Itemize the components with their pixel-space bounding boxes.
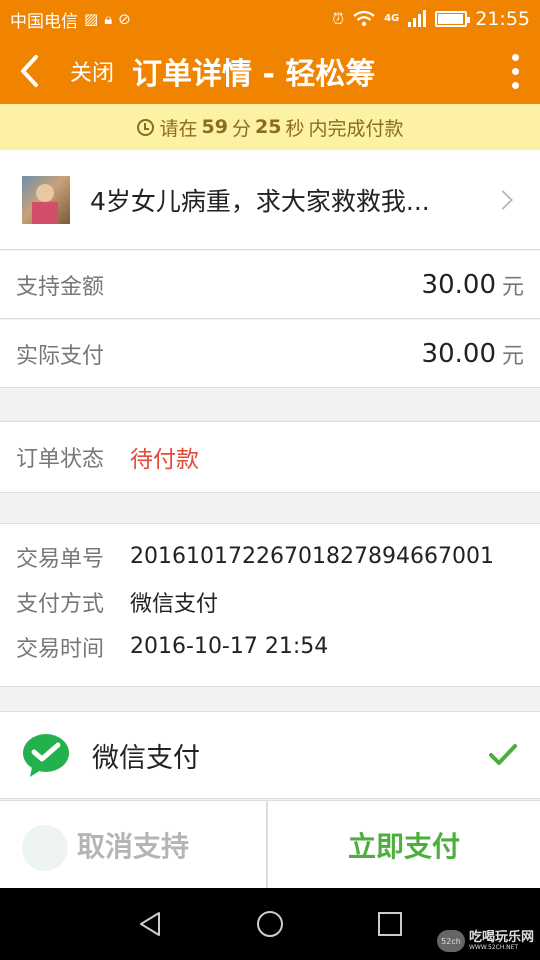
transaction-number-value: 20161017226701827894667001	[130, 544, 494, 569]
system-nav-bar: 52ch 吃喝玩乐网 WWW.52CH.NET	[0, 888, 540, 960]
checkmark-icon	[489, 744, 517, 765]
notice-prefix: 请在	[159, 117, 198, 140]
wechat-pay-option[interactable]: 微信支付	[0, 711, 540, 799]
countdown-seconds: 25	[255, 116, 282, 138]
app-bar: 关闭 订单详情 - 轻松筹	[0, 38, 540, 104]
page-title: 订单详情 - 轻松筹	[132, 57, 376, 92]
project-row[interactable]: 4岁女儿病重，求大家救救我...	[0, 150, 540, 250]
watermark-url: WWW.52CH.NET	[468, 943, 519, 951]
nav-recents-icon[interactable]	[375, 909, 405, 939]
lock-icon: 🔒︎	[104, 9, 113, 28]
watermark-name: 吃喝玩乐网	[468, 929, 534, 945]
alarm-icon: ⏰︎	[332, 9, 345, 28]
more-dot-icon	[511, 53, 519, 61]
support-amount-label: 支持金额	[16, 274, 105, 300]
back-button[interactable]	[0, 38, 58, 104]
network-type-label: 4G	[384, 13, 400, 24]
signal-icon	[408, 10, 427, 27]
clock-icon	[136, 118, 154, 136]
bottom-action-bar: 取消支持 立即支付	[0, 800, 540, 889]
order-status-value: 待付款	[130, 447, 200, 473]
transaction-number-line: 交易单号 20161017226701827894667001	[16, 534, 524, 579]
more-dot-icon	[511, 67, 519, 75]
support-amount-row: 支持金额 30.00 元	[0, 251, 540, 319]
more-dot-icon	[511, 81, 519, 89]
carrier-name: 中国电信	[10, 11, 78, 32]
cancel-support-button[interactable]: 取消支持	[0, 801, 268, 889]
status-bar: 中国电信 ▨ 🔒︎ ⊘ ⏰︎ 4G 21:55	[0, 0, 540, 38]
more-menu-button[interactable]	[490, 38, 540, 104]
notice-suffix: 内完成付款	[308, 117, 404, 140]
payment-method-value: 微信支付	[130, 591, 219, 617]
transaction-details: 交易单号 20161017226701827894667001 支付方式 微信支…	[0, 523, 540, 687]
order-status-label: 订单状态	[16, 447, 105, 472]
actual-payment-row: 实际支付 30.00 元	[0, 320, 540, 388]
chevron-right-icon	[493, 189, 513, 210]
watermark-logo: 52ch	[436, 930, 465, 952]
seconds-unit: 秒	[285, 117, 305, 140]
ghost-circle-icon	[22, 825, 68, 871]
close-button[interactable]: 关闭	[58, 55, 128, 87]
minutes-unit: 分	[231, 117, 251, 140]
wechat-pay-icon	[23, 734, 69, 777]
support-amount-value: 30.00	[421, 269, 496, 300]
payment-method-label: 支付方式	[16, 591, 105, 617]
pay-now-button[interactable]: 立即支付	[268, 801, 540, 889]
transaction-time-label: 交易时间	[16, 636, 105, 662]
cancel-support-label: 取消支持	[76, 830, 189, 863]
no-disturb-icon: ⊘	[118, 9, 131, 28]
payment-countdown-notice: 请在 59 分 25 秒 内完成付款	[0, 104, 540, 150]
site-watermark: 52ch 吃喝玩乐网 WWW.52CH.NET	[436, 929, 534, 952]
transaction-number-label: 交易单号	[16, 546, 105, 572]
project-title: 4岁女儿病重，求大家救救我...	[90, 186, 430, 216]
image-icon: ▨	[84, 9, 99, 28]
back-arrow-icon	[21, 55, 38, 87]
wechat-pay-label: 微信支付	[92, 742, 200, 774]
payment-method-line: 支付方式 微信支付	[16, 579, 524, 624]
clock-time: 21:55	[475, 8, 530, 30]
wifi-icon	[353, 10, 375, 27]
actual-payment-label: 实际支付	[16, 343, 105, 369]
countdown-minutes: 59	[201, 116, 228, 138]
battery-icon	[435, 11, 471, 27]
currency-unit: 元	[501, 274, 524, 300]
transaction-time-value: 2016-10-17 21:54	[130, 634, 329, 659]
currency-unit: 元	[501, 343, 524, 369]
nav-back-icon[interactable]	[135, 909, 165, 939]
nav-home-icon[interactable]	[255, 909, 285, 939]
actual-payment-value: 30.00	[421, 338, 496, 369]
order-status-row: 订单状态 待付款	[0, 421, 540, 493]
transaction-time-line: 交易时间 2016-10-17 21:54	[16, 624, 524, 669]
project-thumbnail	[22, 175, 70, 224]
